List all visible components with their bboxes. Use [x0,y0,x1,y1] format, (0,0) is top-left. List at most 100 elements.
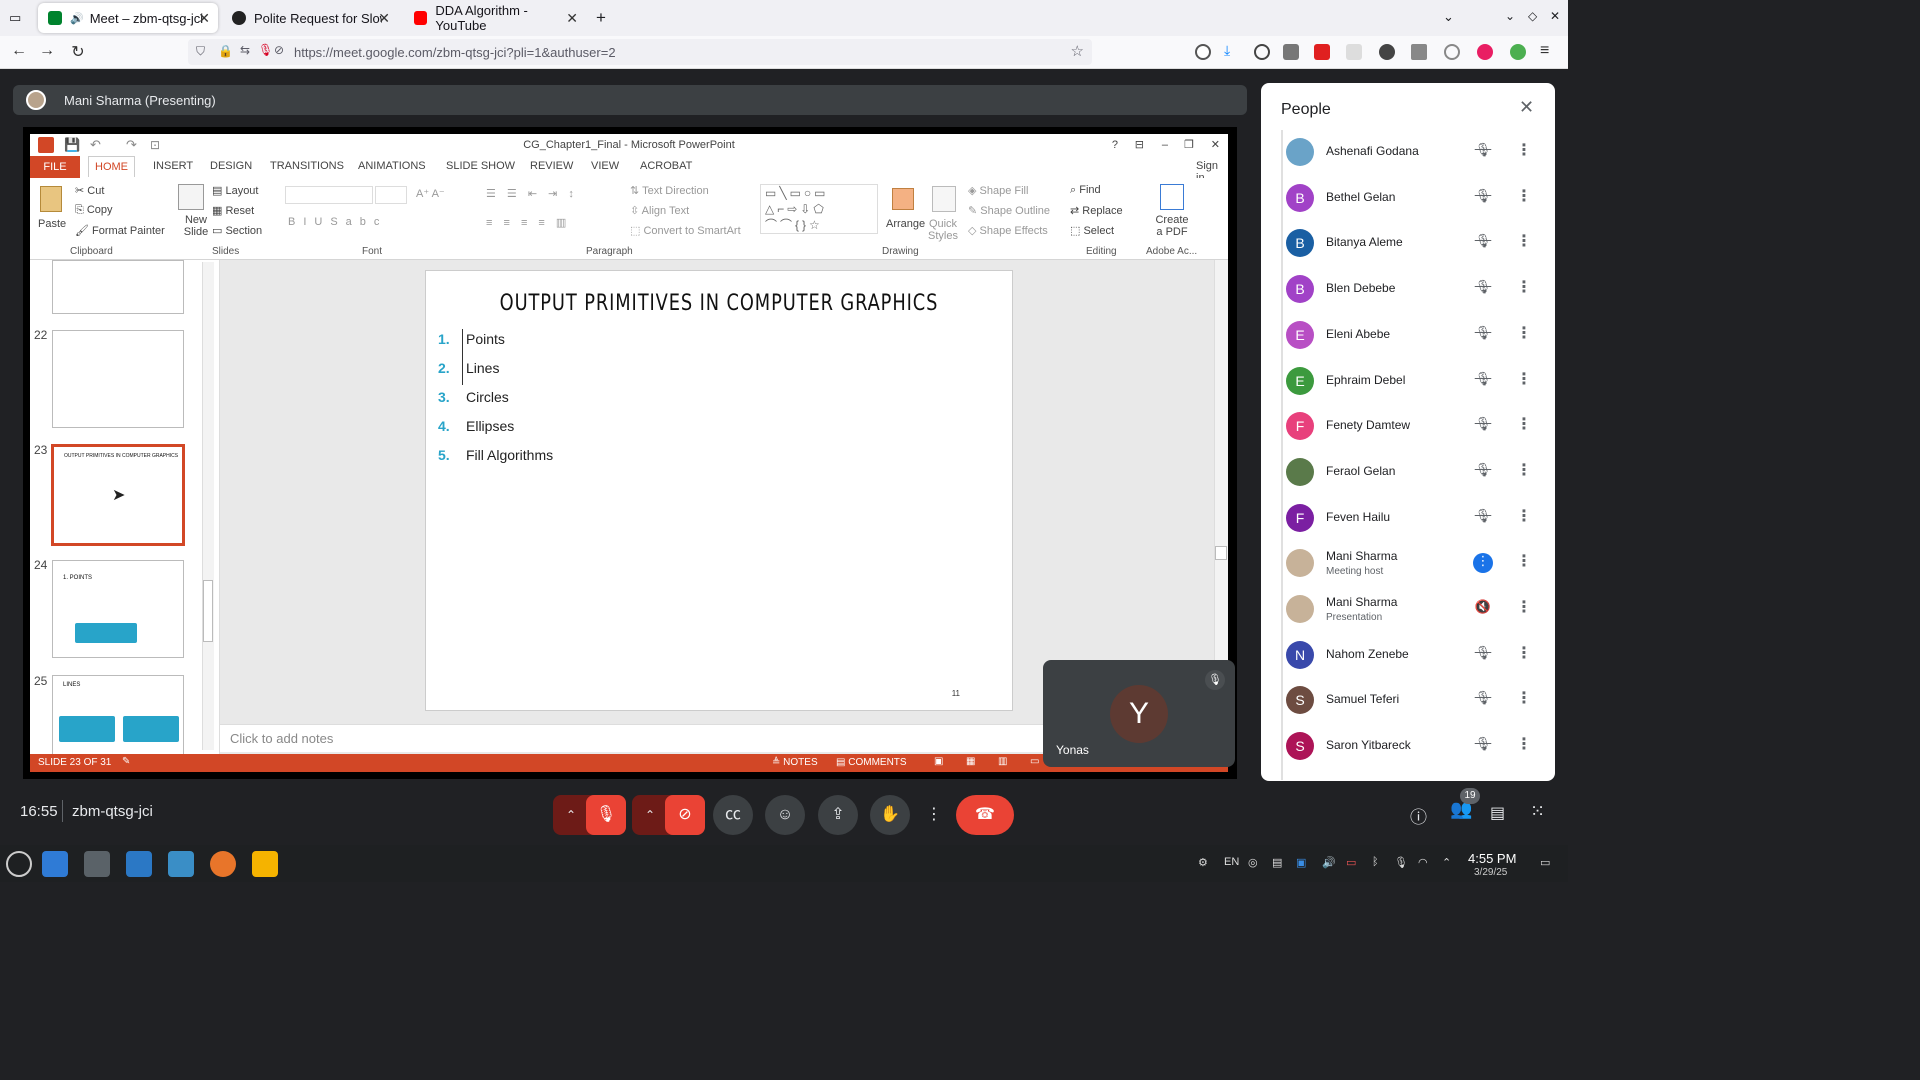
save-icon[interactable]: 💾 [64,134,80,156]
close-tab-icon[interactable]: ✕ [566,10,578,27]
cut-button[interactable]: ✂ Cut [75,184,104,197]
participant-tile-yonas[interactable]: Y Yonas 🎙 [1043,660,1235,767]
slide-thumbnail-21[interactable] [52,260,184,314]
text-direction-button[interactable]: ⇅ Text Direction [630,184,709,197]
mic-off-icon[interactable]: 🎙 [1473,371,1493,391]
slide-scrollbar-thumb[interactable] [1215,546,1227,560]
mic-off-icon[interactable]: 🎙 [1473,508,1493,528]
shape-outline-button[interactable]: ✎ Shape Outline [968,204,1050,217]
section-button[interactable]: ▭ Section [212,224,262,237]
find-button[interactable]: ⌕ Find [1070,184,1101,197]
video-options-chevron-icon[interactable]: ⌃ [632,795,668,835]
tray-expand-icon[interactable]: ⌃ [1442,856,1451,869]
participant-row[interactable]: F Feven Hailu 🎙 ⋮ [1261,495,1555,541]
mic-off-icon[interactable]: 🎙 [1473,233,1493,253]
new-slide-button[interactable]: New Slide [176,214,216,238]
arrange-icon[interactable] [892,188,914,210]
camera-blocked-icon[interactable]: ⊘ [274,43,284,57]
more-options-button[interactable]: ⋮ [914,795,954,835]
file-manager-icon[interactable] [168,851,194,877]
meeting-info-icon[interactable]: ⓘ [1410,803,1427,828]
back-icon[interactable]: ← [9,42,29,60]
extension-icon[interactable] [1510,44,1526,60]
vscode-icon[interactable] [42,851,68,877]
select-button[interactable]: ⬚ Select [1070,224,1114,237]
help-icon[interactable]: ? [1112,134,1118,156]
more-options-icon[interactable]: ⋮ [1516,460,1532,480]
mic-in-use-icon[interactable]: 🎙 [258,43,273,57]
mic-off-icon[interactable]: 🎙 [1473,325,1493,345]
participant-row[interactable]: B Bethel Gelan 🎙 ⋮ [1261,175,1555,221]
shapes-gallery[interactable]: ▭╲▭○▭ △⌐⇨⇩⬠ ⌒⌒{}☆ [760,184,878,234]
permissions-icon[interactable]: ⇆ [240,43,250,57]
tab-slide-show[interactable]: SLIDE SHOW [446,160,515,172]
thumbnail-scrollbar-thumb[interactable] [203,580,213,642]
extension-icon[interactable] [1379,44,1395,60]
comments-button[interactable]: ▤ COMMENTS [836,757,907,768]
extension-icon[interactable] [1346,44,1362,60]
participant-row[interactable]: Ashenafi Godana 🎙 ⋮ [1261,129,1555,175]
participant-row[interactable]: Feraol Gelan 🎙 ⋮ [1261,449,1555,495]
more-options-icon[interactable]: ⋮ [1516,186,1532,206]
align-text-button[interactable]: ⇳ Align Text [630,204,689,217]
more-options-icon[interactable]: ⋮ [1516,140,1532,160]
tab-review[interactable]: REVIEW [530,160,573,172]
shape-fill-button[interactable]: ◈ Shape Fill [968,184,1028,197]
new-slide-icon[interactable] [178,184,204,210]
replace-button[interactable]: ⇄ Replace [1070,204,1123,217]
ppt-restore-icon[interactable]: ❐ [1184,134,1194,156]
emoji-button[interactable]: ☺ [765,795,805,835]
present-button[interactable]: ⇪ [818,795,858,835]
more-options-icon[interactable]: ⋮ [1516,277,1532,297]
reload-icon[interactable]: ↻ [68,42,88,62]
font-grow-icon[interactable]: A⁺ A⁻ [416,187,445,200]
participant-row[interactable]: N Nahom Zenebe 🎙 ⋮ [1261,632,1555,678]
settings-app-icon[interactable] [84,851,110,877]
more-options-icon[interactable]: ⋮ [1516,323,1532,343]
chat-icon[interactable]: ▤ [1490,803,1505,823]
captions-button[interactable]: ㏄ [713,795,753,835]
wifi-icon[interactable]: ◠ [1418,856,1428,869]
quick-styles-icon[interactable] [932,186,956,212]
mic-tray-icon[interactable]: 🎙 [1394,856,1408,869]
volume-icon[interactable]: 🔊 [1322,856,1336,869]
store-icon[interactable] [126,851,152,877]
tab-list-icon[interactable]: ▭ [9,10,21,26]
restore-icon[interactable]: ◇ [1528,9,1537,23]
slide-scrollbar[interactable] [1214,260,1228,724]
mic-off-icon[interactable]: 🎙 [1473,462,1493,482]
url-bar[interactable]: ⛉ 🔒 ⇆ 🎙 ⊘ https://meet.google.com/zbm-qt… [188,39,1092,65]
mic-toggle-button[interactable]: 🎙 [586,795,626,835]
participant-row[interactable]: Mani Sharma Meeting host ⋮ ⋮ [1261,540,1555,586]
participant-row[interactable]: S Saron Yitbareck 🎙 ⋮ [1261,723,1555,769]
reset-button[interactable]: ▦ Reset [212,204,254,217]
ppt-close-icon[interactable]: ✕ [1211,134,1220,156]
raise-hand-button[interactable]: ✋ [870,795,910,835]
participant-row[interactable]: Mani Sharma Presentation 🔇 ⋮ [1261,586,1555,632]
ribbon-display-icon[interactable]: ⊟ [1135,134,1144,156]
paste-icon[interactable] [40,186,62,212]
audio-off-icon[interactable]: 🔇 [1473,599,1493,619]
mic-off-icon[interactable]: 🎙 [1473,645,1493,665]
pocket-icon[interactable] [1195,44,1211,60]
layers-app-icon[interactable] [252,851,278,877]
paste-button[interactable]: Paste [38,218,66,230]
convert-smartart-button[interactable]: ⬚ Convert to SmartArt [630,224,741,237]
slide-thumbnail-24[interactable]: 1. POINTS [52,560,184,658]
speaking-indicator-icon[interactable]: ⋮ [1473,553,1493,574]
mic-off-icon[interactable]: 🎙 [1473,142,1493,162]
shape-effects-button[interactable]: ◇ Shape Effects [968,224,1048,237]
format-painter-button[interactable]: 🖌 Format Painter [75,224,165,237]
bluetooth-icon[interactable]: ᛒ [1372,856,1379,868]
tab-meet[interactable]: 🔊 Meet – zbm-qtsg-jci ✕ [38,3,218,33]
bookmark-star-icon[interactable]: ☆ [1071,42,1084,60]
font-name-dropdown[interactable] [285,186,373,204]
record-icon[interactable] [1477,44,1493,60]
thumbnail-scrollbar[interactable] [202,262,214,750]
launcher-icon[interactable] [6,851,32,877]
more-options-icon[interactable]: ⋮ [1516,734,1532,754]
create-pdf-button[interactable]: Create a PDF [1154,214,1190,238]
participant-row[interactable]: S Samuel Teferi 🎙 ⋮ [1261,677,1555,723]
mic-off-icon[interactable]: 🎙 [1473,279,1493,299]
spellcheck-icon[interactable]: ✎ [122,756,130,767]
